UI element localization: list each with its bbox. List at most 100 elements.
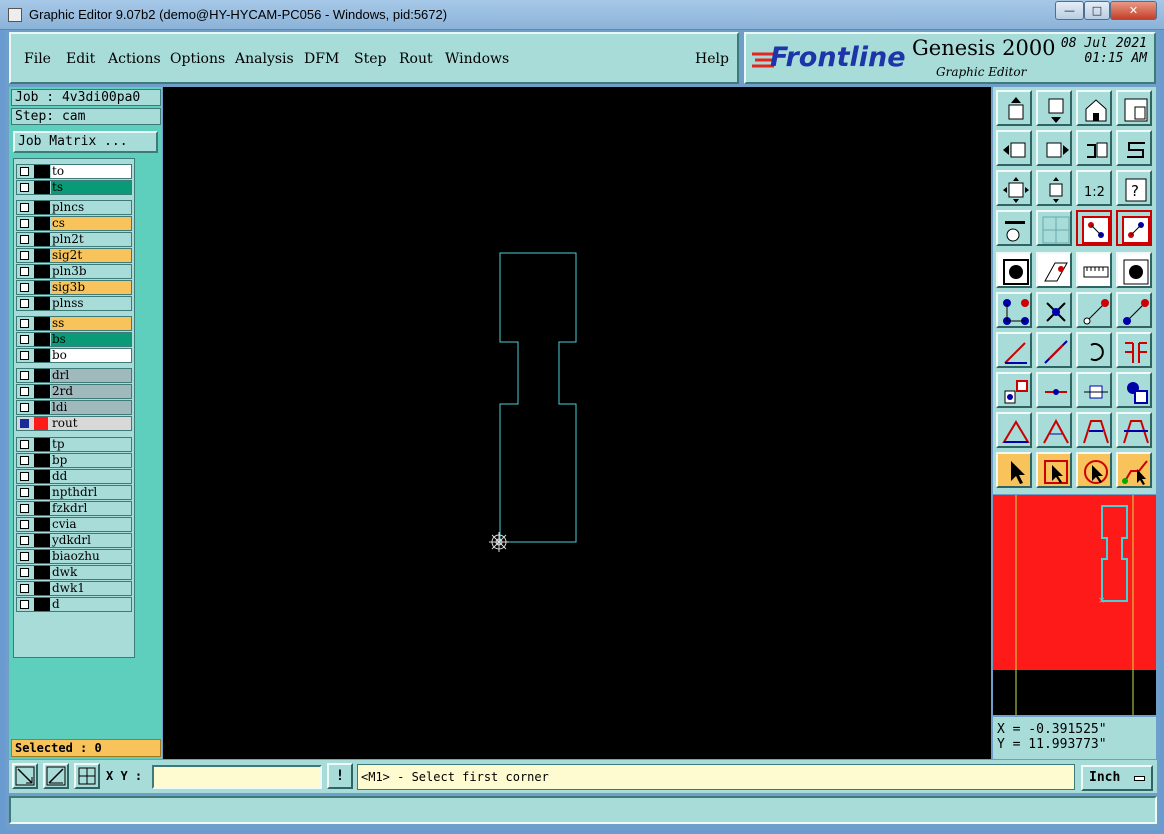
trapezoid-button[interactable] — [1076, 412, 1112, 448]
layer-color-swatch[interactable] — [34, 165, 50, 178]
layer-row-to[interactable]: to — [16, 164, 132, 179]
layer-row-fzkdrl[interactable]: fzkdrl — [16, 501, 132, 516]
layer-color-swatch[interactable] — [34, 566, 50, 579]
menu-analysis[interactable]: Analysis — [235, 51, 294, 67]
menu-windows[interactable]: Windows — [445, 51, 509, 67]
layer-color-swatch[interactable] — [34, 233, 50, 246]
warning-button[interactable]: ! — [327, 763, 353, 789]
home-button[interactable] — [1076, 90, 1112, 126]
menu-help[interactable]: Help — [695, 51, 729, 67]
layer-row-rout[interactable]: rout — [16, 416, 132, 431]
pad-button[interactable] — [996, 252, 1032, 288]
grid-snap-button[interactable] — [74, 763, 100, 789]
layer-name[interactable]: pln2t — [51, 233, 131, 246]
pointer-button[interactable] — [996, 452, 1032, 488]
layer-color-swatch[interactable] — [34, 217, 50, 230]
menu-step[interactable]: Step — [354, 51, 386, 67]
layer-checkbox[interactable] — [20, 203, 29, 212]
layer-name[interactable]: sig3b — [51, 281, 131, 294]
unit-selector[interactable]: Inch — [1081, 765, 1153, 791]
layer-name[interactable]: npthdrl — [51, 486, 131, 499]
layer-checkbox[interactable] — [20, 251, 29, 260]
layer-row-ldi[interactable]: ldi — [16, 400, 132, 415]
select-box-button[interactable] — [1036, 452, 1072, 488]
menu-file[interactable]: File — [24, 51, 51, 67]
layer-name[interactable]: cvia — [51, 518, 131, 531]
layer-checkbox[interactable] — [20, 299, 29, 308]
layer-row-pln2t[interactable]: pln2t — [16, 232, 132, 247]
layer-row-pln3b[interactable]: pln3b — [16, 264, 132, 279]
menu-actions[interactable]: Actions — [108, 51, 161, 67]
pan-up-button[interactable] — [996, 90, 1032, 126]
layer-row-biaozhu[interactable]: biaozhu — [16, 549, 132, 564]
layer-row-ss[interactable]: ss — [16, 316, 132, 331]
layer-checkbox[interactable] — [20, 472, 29, 481]
layer-color-swatch[interactable] — [34, 297, 50, 310]
layer-name[interactable]: tp — [51, 438, 131, 451]
layer-name[interactable]: pln3b — [51, 265, 131, 278]
layer-color-swatch[interactable] — [34, 518, 50, 531]
ruler-button[interactable] — [1076, 252, 1112, 288]
layer-name[interactable]: plnss — [51, 297, 131, 310]
s-curve-button[interactable] — [1116, 130, 1152, 166]
layer-name[interactable]: biaozhu — [51, 550, 131, 563]
layer-checkbox[interactable] — [20, 403, 29, 412]
layer-row-drl[interactable]: drl — [16, 368, 132, 383]
layer-color-swatch[interactable] — [34, 598, 50, 611]
layer-row-sig3b[interactable]: sig3b — [16, 280, 132, 295]
redraw-button[interactable] — [1076, 130, 1112, 166]
layer-checkbox[interactable] — [20, 387, 29, 396]
select-circle-button[interactable] — [1076, 452, 1112, 488]
pan-right-button[interactable] — [1036, 130, 1072, 166]
layer-color-swatch[interactable] — [34, 470, 50, 483]
layer-row-bp[interactable]: bp — [16, 453, 132, 468]
layer-checkbox[interactable] — [20, 419, 29, 428]
close-button[interactable]: ✕ — [1110, 1, 1157, 20]
layer-checkbox[interactable] — [20, 219, 29, 228]
layer-name[interactable]: drl — [51, 369, 131, 382]
layer-name[interactable]: rout — [51, 417, 131, 430]
layer-checkbox[interactable] — [20, 335, 29, 344]
measure-angle-button[interactable] — [43, 763, 69, 789]
line-draw-button[interactable] — [1036, 332, 1072, 368]
layer-name[interactable]: to — [51, 165, 131, 178]
layer-row-ts[interactable]: ts — [16, 180, 132, 195]
delete-button[interactable] — [1036, 292, 1072, 328]
layer-color-swatch[interactable] — [34, 333, 50, 346]
chevron-button[interactable] — [1116, 412, 1152, 448]
layer-color-swatch[interactable] — [34, 486, 50, 499]
layer-checkbox[interactable] — [20, 488, 29, 497]
align-button[interactable] — [1116, 332, 1152, 368]
layer-row-plncs[interactable]: plncs — [16, 200, 132, 215]
job-matrix-button[interactable]: Job Matrix ... — [13, 131, 158, 153]
layer-color-swatch[interactable] — [34, 454, 50, 467]
snap-button[interactable] — [996, 372, 1032, 408]
minus-button[interactable] — [1036, 372, 1072, 408]
layer-name[interactable]: sig2t — [51, 249, 131, 262]
scale-1-2-button[interactable]: 1:2 — [1076, 170, 1112, 206]
layer-checkbox[interactable] — [20, 319, 29, 328]
measure-line-button[interactable] — [12, 763, 38, 789]
layer-name[interactable]: bo — [51, 349, 131, 362]
layer-row-d[interactable]: d — [16, 597, 132, 612]
layer-row-dwk[interactable]: dwk — [16, 565, 132, 580]
layer-row-dd[interactable]: dd — [16, 469, 132, 484]
layer-color-swatch[interactable] — [34, 369, 50, 382]
layer-color-swatch[interactable] — [34, 317, 50, 330]
layer-row-plnss[interactable]: plnss — [16, 296, 132, 311]
menu-edit[interactable]: Edit — [66, 51, 95, 67]
line-angle-button[interactable] — [996, 332, 1032, 368]
layer-list-scrollbar[interactable] — [135, 158, 161, 658]
layer-color-swatch[interactable] — [34, 265, 50, 278]
layer-checkbox[interactable] — [20, 371, 29, 380]
layer-name[interactable]: ts — [51, 181, 131, 194]
copy-button[interactable] — [1116, 292, 1152, 328]
move-button[interactable] — [1076, 292, 1112, 328]
layer-checkbox[interactable] — [20, 584, 29, 593]
surface-button[interactable] — [1036, 252, 1072, 288]
layer-name[interactable]: bs — [51, 333, 131, 346]
menu-rout[interactable]: Rout — [399, 51, 433, 67]
circle-pad-button[interactable] — [1116, 252, 1152, 288]
pan-left-button[interactable] — [996, 130, 1032, 166]
layer-color-swatch[interactable] — [34, 249, 50, 262]
